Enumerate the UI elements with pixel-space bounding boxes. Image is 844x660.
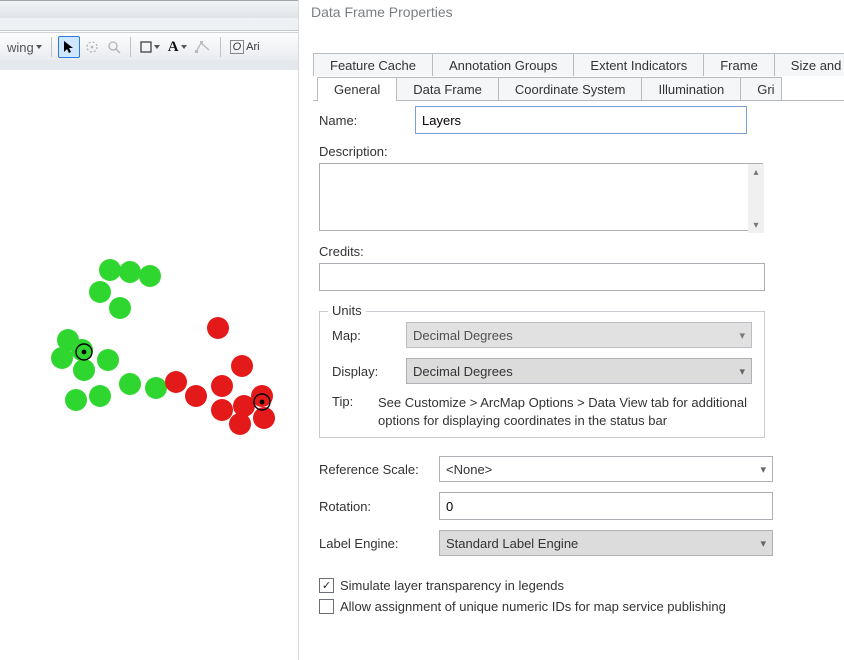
display-units-value: Decimal Degrees (413, 364, 513, 379)
display-units-select[interactable]: Decimal Degrees ▾ (406, 358, 752, 384)
tab-illumination[interactable]: Illumination (641, 77, 741, 100)
tab-gri[interactable]: Gri (740, 77, 781, 100)
rotation-label: Rotation: (319, 499, 439, 514)
units-group: Units Map: Decimal Degrees ▾ Display: De… (319, 311, 765, 438)
tab-annotation-groups[interactable]: Annotation Groups (432, 53, 574, 76)
point-symbols-svg (0, 70, 298, 660)
map-units-value: Decimal Degrees (413, 328, 513, 343)
tip-text: See Customize > ArcMap Options > Data Vi… (378, 394, 752, 429)
chevron-down-icon (181, 45, 187, 49)
edit-vertices-tool[interactable] (192, 36, 214, 58)
toolbar-separator (130, 37, 131, 57)
text-icon: A (168, 39, 179, 56)
simulate-transparency-label: Simulate layer transparency in legends (340, 578, 564, 593)
simulate-transparency-checkbox-row[interactable]: ✓ Simulate layer transparency in legends (319, 578, 831, 593)
map-pane: wing A (0, 0, 298, 660)
general-tab-panel: Name: Description: ▴ ▾ Credits: Units Ma… (319, 106, 831, 614)
tab-general[interactable]: General (317, 77, 397, 101)
tabs-row-upper: Feature CacheAnnotation GroupsExtent Ind… (313, 52, 844, 76)
font-letter-icon: O (230, 40, 245, 54)
cursor-icon (62, 40, 76, 54)
font-menu-button[interactable]: O Ari (227, 36, 263, 58)
chevron-down-icon: ▾ (760, 463, 766, 476)
scroll-down-icon[interactable]: ▾ (748, 217, 764, 233)
text-menu-button[interactable]: A (165, 36, 190, 58)
display-units-label: Display: (332, 364, 406, 379)
tab-data-frame[interactable]: Data Frame (396, 77, 499, 100)
credits-input[interactable] (319, 263, 765, 291)
description-label: Description: (319, 144, 831, 159)
credits-label: Credits: (319, 244, 831, 259)
units-legend: Units (328, 303, 366, 318)
label-engine-select[interactable]: Standard Label Engine ▾ (439, 530, 773, 556)
name-input[interactable] (415, 106, 747, 134)
allow-numeric-ids-checkbox[interactable] (319, 599, 334, 614)
tabs-row-lower: GeneralData FrameCoordinate SystemIllumi… (313, 76, 844, 101)
font-suffix-label: Ari (246, 41, 259, 53)
magnifier-icon (107, 40, 121, 54)
shape-menu-button[interactable] (137, 36, 163, 58)
description-scrollbar[interactable]: ▴ ▾ (748, 164, 764, 233)
scroll-up-icon[interactable]: ▴ (748, 164, 764, 180)
description-textarea[interactable] (319, 163, 763, 231)
dialog-title: Data Frame Properties (311, 4, 453, 20)
reference-scale-select[interactable]: <None> ▾ (439, 456, 773, 482)
rectangle-icon (140, 41, 152, 53)
chevron-down-icon (36, 45, 42, 49)
zoom-tool[interactable] (104, 36, 124, 58)
tab-size-and-po[interactable]: Size and Po (774, 53, 844, 76)
name-label: Name: (319, 113, 415, 128)
chevron-down-icon: ▾ (760, 537, 766, 550)
data-frame-properties-dialog: Data Frame Properties Feature CacheAnnot… (298, 0, 844, 660)
allow-numeric-ids-checkbox-row[interactable]: Allow assignment of unique numeric IDs f… (319, 599, 831, 614)
toolbar-separator (220, 37, 221, 57)
rotate-tool[interactable] (82, 36, 102, 58)
map-canvas[interactable] (0, 70, 298, 660)
label-engine-label: Label Engine: (319, 536, 439, 551)
map-units-select: Decimal Degrees ▾ (406, 322, 752, 348)
tip-label: Tip: (332, 394, 378, 429)
edit-vertices-icon (195, 40, 211, 54)
chevron-down-icon (154, 45, 160, 49)
window-titlebar-inactive (0, 0, 298, 20)
tab-frame[interactable]: Frame (703, 53, 775, 76)
map-units-label: Map: (332, 328, 406, 343)
description-field-wrapper: ▴ ▾ (319, 163, 765, 234)
chevron-down-icon: ▾ (739, 329, 745, 342)
reference-scale-label: Reference Scale: (319, 462, 439, 477)
allow-numeric-ids-label: Allow assignment of unique numeric IDs f… (340, 599, 726, 614)
window-subbar (0, 18, 298, 31)
reference-scale-value: <None> (446, 462, 492, 477)
chevron-down-icon: ▾ (739, 365, 745, 378)
simulate-transparency-checkbox[interactable]: ✓ (319, 578, 334, 593)
toolbar-separator (51, 37, 52, 57)
select-elements-tool[interactable] (58, 36, 80, 58)
drawing-menu-label: wing (7, 40, 34, 55)
tab-coordinate-system[interactable]: Coordinate System (498, 77, 643, 100)
drawing-toolbar: wing A (0, 32, 302, 62)
rotation-input[interactable] (439, 492, 773, 520)
rotate-icon (85, 40, 99, 54)
tab-extent-indicators[interactable]: Extent Indicators (573, 53, 704, 76)
tab-feature-cache[interactable]: Feature Cache (313, 53, 433, 76)
drawing-menu-button[interactable]: wing (4, 36, 45, 58)
label-engine-value: Standard Label Engine (446, 536, 578, 551)
